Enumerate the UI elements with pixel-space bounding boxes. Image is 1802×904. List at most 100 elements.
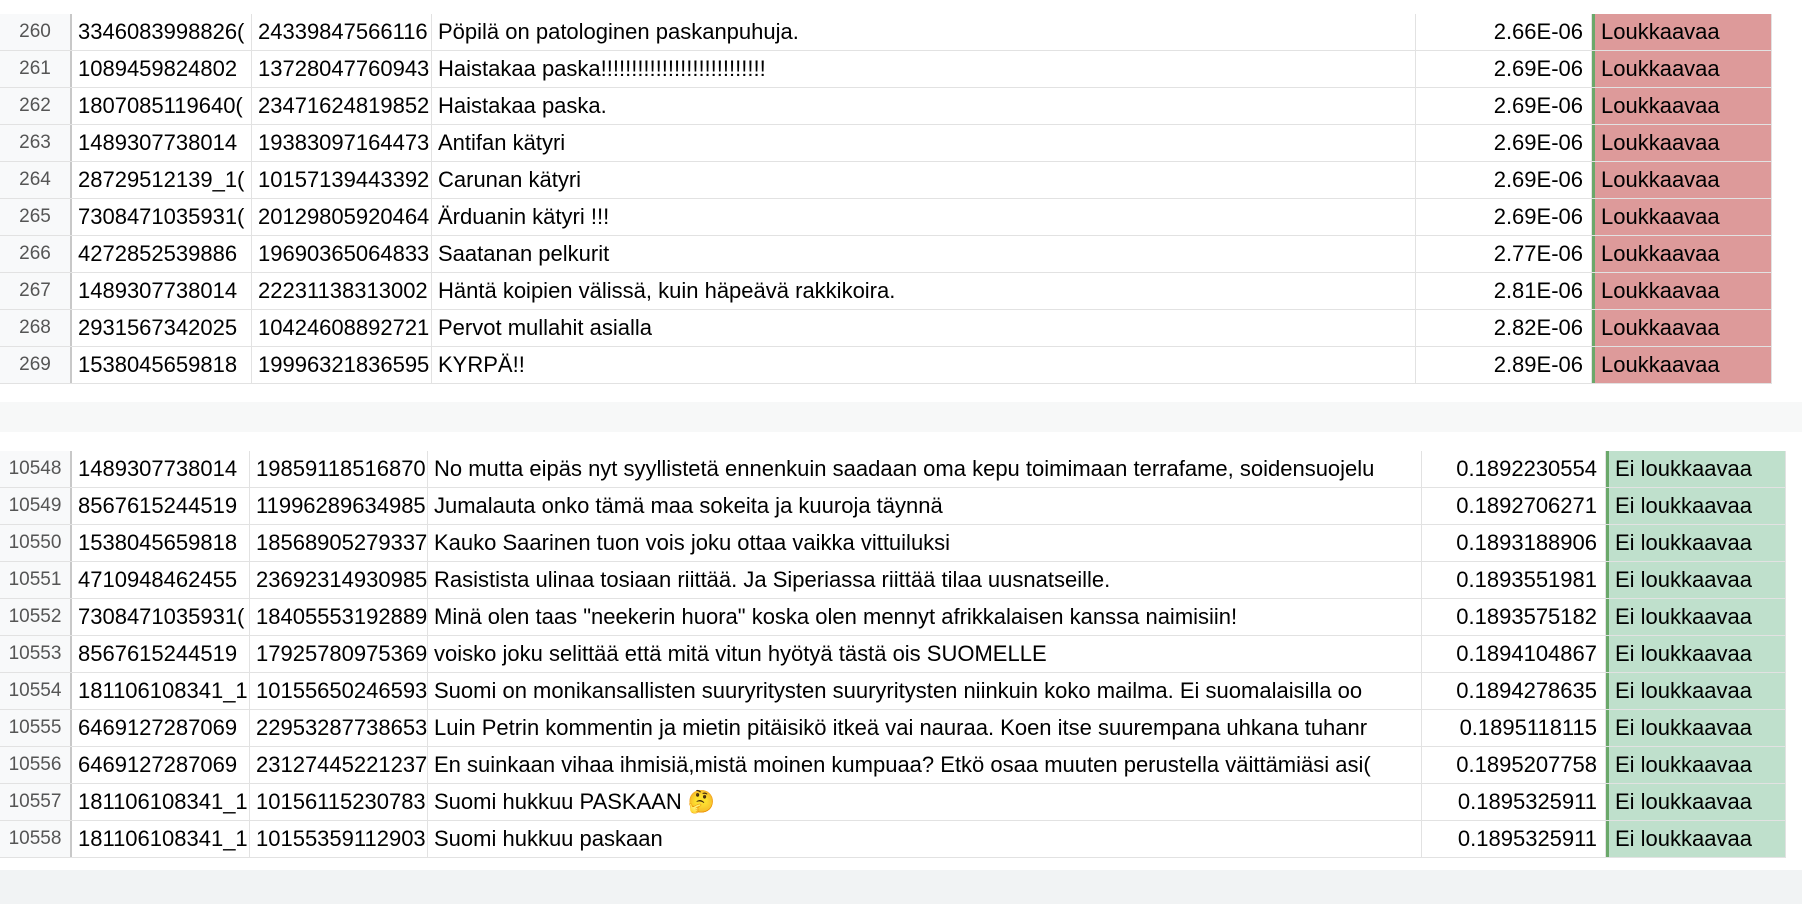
table-row[interactable]: 10554 181106108341_1 10155650246593 Suomi o… (0, 673, 1786, 710)
cell-id1[interactable]: 8567615244519 (72, 636, 250, 672)
cell-comment-text[interactable]: KYRPÄ!! (432, 347, 1416, 383)
cell-comment-text[interactable]: Suomi on monikansallisten suuryritysten … (428, 673, 1422, 709)
cell-score[interactable]: 0.1895118115 (1422, 710, 1606, 746)
cell-score[interactable]: 0.1893188906 (1422, 525, 1606, 561)
cell-comment-text[interactable]: Rasistista ulinaa tosiaan riittää. Ja Si… (428, 562, 1422, 598)
cell-id2[interactable]: 23127445221237 (250, 747, 428, 783)
cell-comment-text[interactable]: Haistakaa paska. (432, 88, 1416, 124)
cell-label[interactable]: Ei loukkaavaa (1606, 710, 1786, 746)
cell-comment-text[interactable]: Jumalauta onko tämä maa sokeita ja kuuro… (428, 488, 1422, 524)
cell-score[interactable]: 2.89E-06 (1416, 347, 1592, 383)
cell-id2[interactable]: 10155359112903 (250, 821, 428, 857)
cell-comment-text[interactable]: Ärduanin kätyri !!! (432, 199, 1416, 235)
cell-label[interactable]: Loukkaavaa (1592, 14, 1772, 50)
cell-comment-text[interactable]: Carunan kätyri (432, 162, 1416, 198)
cell-id1[interactable]: 1489307738014 (72, 451, 250, 487)
cell-id1[interactable]: 1807085119640( (72, 88, 252, 124)
table-row[interactable]: 262 1807085119640(23471624819852 Haistakaa… (0, 88, 1772, 125)
cell-score[interactable]: 0.1894278635 (1422, 673, 1606, 709)
table-row[interactable]: 268 2931567342025 10424608892721 Pervot mul… (0, 310, 1772, 347)
table-row[interactable]: 10548 1489307738014 19859118516870 No mutta… (0, 451, 1786, 488)
cell-id1[interactable]: 6469127287069 (72, 710, 250, 746)
cell-score[interactable]: 0.1894104867 (1422, 636, 1606, 672)
cell-label[interactable]: Loukkaavaa (1592, 125, 1772, 161)
cell-id2[interactable]: 13728047760943 (252, 51, 432, 87)
table-row[interactable]: 263 1489307738014 19383097164473 Antifan kä… (0, 125, 1772, 162)
cell-id2[interactable]: 19690365064833 (252, 236, 432, 272)
cell-id2[interactable]: 18568905279337 (250, 525, 428, 561)
cell-label[interactable]: Loukkaavaa (1592, 236, 1772, 272)
cell-comment-text[interactable]: Minä olen taas "neekerin huora" koska ol… (428, 599, 1422, 635)
cell-score[interactable]: 2.69E-06 (1416, 199, 1592, 235)
cell-id1[interactable]: 6469127287069 (72, 747, 250, 783)
table-row[interactable]: 260 3346083998826(24339847566116 Pöpilä on… (0, 14, 1772, 51)
cell-id2[interactable]: 24339847566116 (252, 14, 432, 50)
cell-score[interactable]: 0.1893551981 (1422, 562, 1606, 598)
cell-id2[interactable]: 10424608892721 (252, 310, 432, 346)
cell-id1[interactable]: 1489307738014 (72, 273, 252, 309)
cell-id1[interactable]: 181106108341_1 (72, 784, 250, 820)
cell-id1[interactable]: 181106108341_1 (72, 821, 250, 857)
cell-id1[interactable]: 3346083998826( (72, 14, 252, 50)
cell-label[interactable]: Ei loukkaavaa (1606, 488, 1786, 524)
cell-score[interactable]: 0.1895325911 (1422, 821, 1606, 857)
cell-label[interactable]: Ei loukkaavaa (1606, 673, 1786, 709)
cell-score[interactable]: 0.1892230554 (1422, 451, 1606, 487)
table-row[interactable]: 269 1538045659818 19996321836595 KYRPÄ!! 2.8… (0, 347, 1772, 384)
table-row[interactable]: 10558 181106108341_1 10155359112903 Suomi h… (0, 821, 1786, 858)
cell-id2[interactable]: 19859118516870 (250, 451, 428, 487)
cell-id2[interactable]: 22231138313002 (252, 273, 432, 309)
cell-id1[interactable]: 1489307738014 (72, 125, 252, 161)
table-row[interactable]: 10549 8567615244519 11996289634985 Jumalaut… (0, 488, 1786, 525)
cell-id1[interactable]: 1538045659818 (72, 347, 252, 383)
table-row[interactable]: 265 7308471035931(20129805920464 Ärduanin … (0, 199, 1772, 236)
cell-comment-text[interactable]: Antifan kätyri (432, 125, 1416, 161)
cell-label[interactable]: Loukkaavaa (1592, 51, 1772, 87)
cell-id2[interactable]: 10155650246593 (250, 673, 428, 709)
table-row[interactable]: 267 1489307738014 22231138313002 Häntä koip… (0, 273, 1772, 310)
cell-id1[interactable]: 4710948462455 (72, 562, 250, 598)
cell-id2[interactable]: 17925780975369 (250, 636, 428, 672)
cell-id1[interactable]: 7308471035931( (72, 599, 250, 635)
cell-comment-text[interactable]: Pervot mullahit asialla (432, 310, 1416, 346)
cell-comment-text[interactable]: En suinkaan vihaa ihmisiä,mistä moinen k… (428, 747, 1422, 783)
cell-comment-text[interactable]: Pöpilä on patologinen paskanpuhuja. (432, 14, 1416, 50)
table-row[interactable]: 266 4272852539886 19690365064833 Saatanan p… (0, 236, 1772, 273)
cell-label[interactable]: Ei loukkaavaa (1606, 451, 1786, 487)
cell-score[interactable]: 2.69E-06 (1416, 51, 1592, 87)
cell-score[interactable]: 0.1895325911 (1422, 784, 1606, 820)
cell-label[interactable]: Loukkaavaa (1592, 347, 1772, 383)
cell-label[interactable]: Ei loukkaavaa (1606, 821, 1786, 857)
cell-score[interactable]: 2.81E-06 (1416, 273, 1592, 309)
cell-id1[interactable]: 181106108341_1 (72, 673, 250, 709)
table-row[interactable]: 10557 181106108341_1 10156115230783 Suomi h… (0, 784, 1786, 821)
cell-id2[interactable]: 23471624819852 (252, 88, 432, 124)
cell-id2[interactable]: 11996289634985 (250, 488, 428, 524)
cell-id1[interactable]: 4272852539886 (72, 236, 252, 272)
cell-id2[interactable]: 18405553192889 (250, 599, 428, 635)
cell-label[interactable]: Loukkaavaa (1592, 162, 1772, 198)
cell-id2[interactable]: 22953287738653 (250, 710, 428, 746)
cell-label[interactable]: Loukkaavaa (1592, 199, 1772, 235)
table-row[interactable]: 264 28729512139_1(10157139443392 Carunan k… (0, 162, 1772, 199)
cell-id1[interactable]: 1538045659818 (72, 525, 250, 561)
cell-score[interactable]: 0.1892706271 (1422, 488, 1606, 524)
cell-comment-text[interactable]: voisko joku selittää että mitä vitun hyö… (428, 636, 1422, 672)
table-row[interactable]: 261 1089459824802 13728047760943 Haistakaa … (0, 51, 1772, 88)
cell-id1[interactable]: 28729512139_1( (72, 162, 252, 198)
cell-comment-text[interactable]: Häntä koipien välissä, kuin häpeävä rakk… (432, 273, 1416, 309)
cell-id2[interactable]: 19996321836595 (252, 347, 432, 383)
cell-label[interactable]: Ei loukkaavaa (1606, 747, 1786, 783)
cell-id1[interactable]: 8567615244519 (72, 488, 250, 524)
cell-label[interactable]: Ei loukkaavaa (1606, 636, 1786, 672)
cell-comment-text[interactable]: Saatanan pelkurit (432, 236, 1416, 272)
cell-id2[interactable]: 23692314930985 (250, 562, 428, 598)
cell-id1[interactable]: 7308471035931( (72, 199, 252, 235)
cell-score[interactable]: 2.69E-06 (1416, 162, 1592, 198)
cell-label[interactable]: Loukkaavaa (1592, 273, 1772, 309)
cell-score[interactable]: 0.1895207758 (1422, 747, 1606, 783)
cell-comment-text[interactable]: Suomi hukkuu paskaan (428, 821, 1422, 857)
cell-label[interactable]: Ei loukkaavaa (1606, 525, 1786, 561)
cell-score[interactable]: 2.82E-06 (1416, 310, 1592, 346)
cell-id2[interactable]: 10156115230783 (250, 784, 428, 820)
